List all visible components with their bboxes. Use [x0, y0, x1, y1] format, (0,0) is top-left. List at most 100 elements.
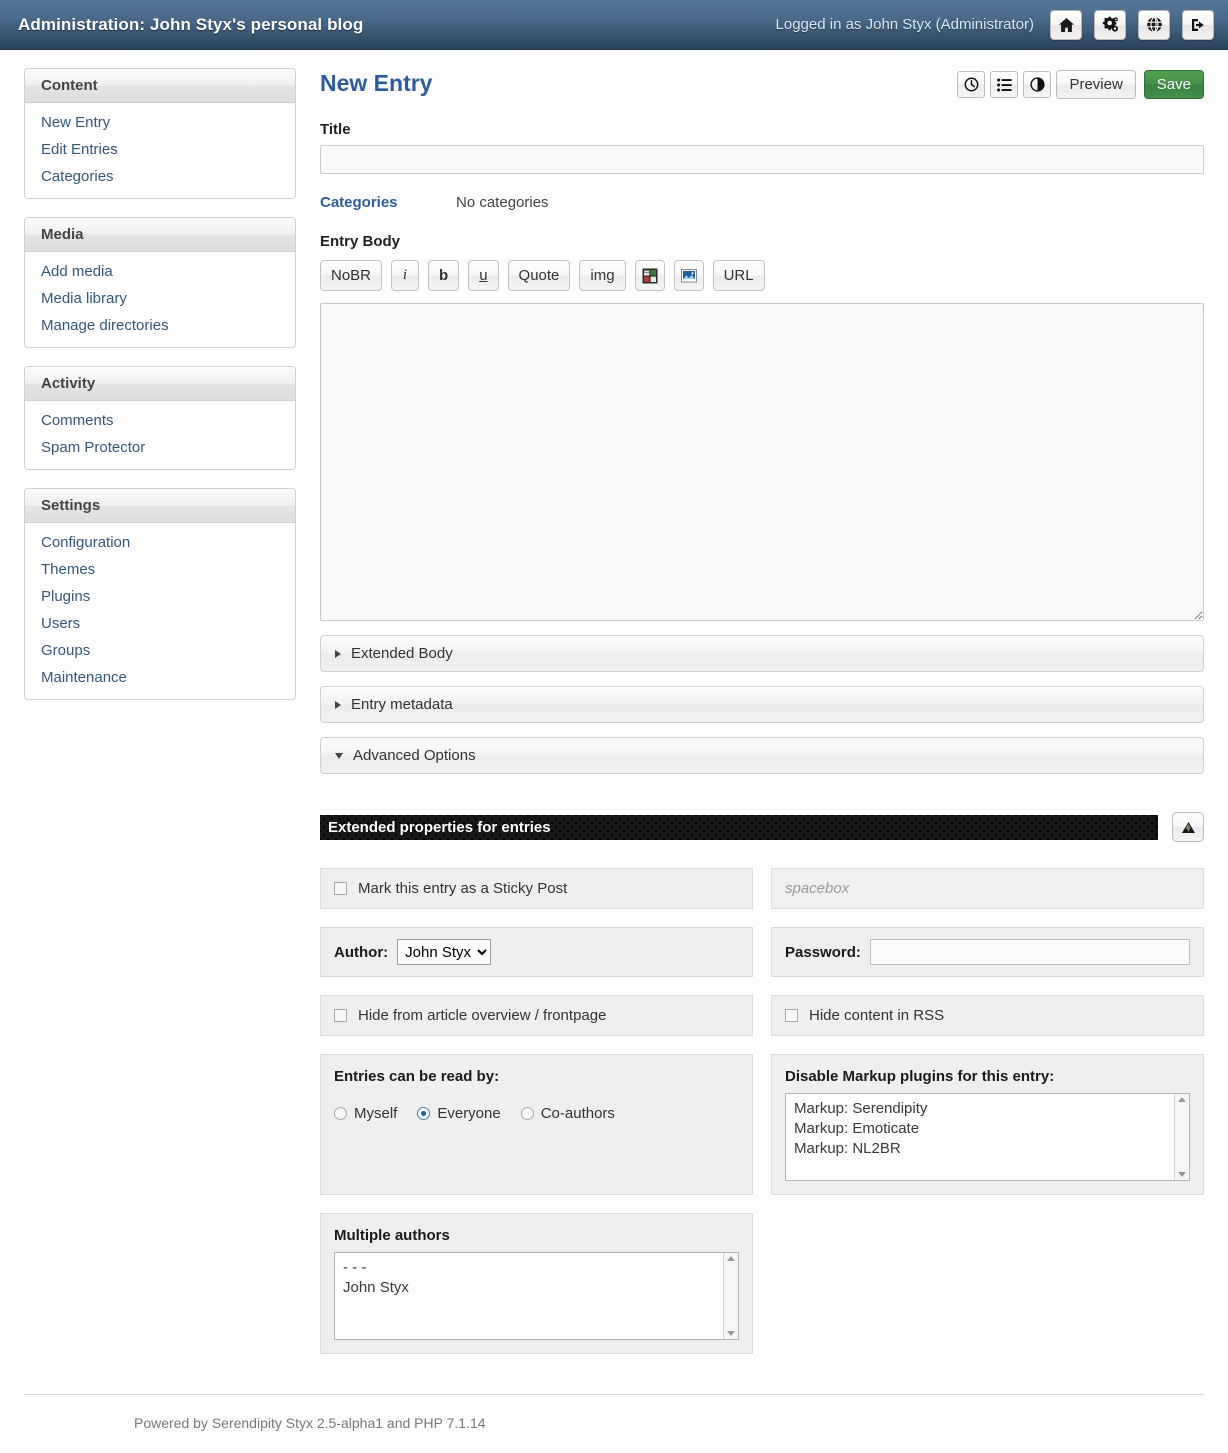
sidebar-item-spam-protector[interactable]: Spam Protector: [25, 434, 295, 461]
password-label: Password:: [785, 943, 861, 961]
save-button[interactable]: Save: [1143, 70, 1204, 99]
sidebar-item-media-library[interactable]: Media library: [25, 285, 295, 312]
sidebar-heading-activity: Activity: [25, 367, 295, 401]
categories-link[interactable]: Categories: [320, 194, 456, 211]
read-by-option-myself[interactable]: Myself: [334, 1105, 397, 1122]
markup-option-serendipity[interactable]: Markup: Serendipity: [794, 1099, 1166, 1119]
logout-icon[interactable]: [1182, 9, 1214, 40]
hide-frontpage-label: Hide from article overview / frontpage: [358, 1007, 607, 1024]
hide-rss-checkbox[interactable]: [785, 1009, 798, 1022]
markup-toolbar: NoBR i b u Quote img URL: [320, 260, 1204, 291]
gears-icon[interactable]: [1094, 9, 1126, 40]
radio-co-authors[interactable]: [520, 1107, 534, 1120]
multiple-authors-title: Multiple authors: [334, 1227, 450, 1244]
chevron-right-icon: [335, 649, 341, 658]
disable-markup-listbox[interactable]: Markup: Serendipity Markup: Emoticate Ma…: [785, 1093, 1190, 1181]
sidebar-item-add-media[interactable]: Add media: [25, 258, 295, 285]
home-icon[interactable]: [1050, 9, 1082, 40]
page-body: Content New Entry Edit Entries Categorie…: [0, 50, 1228, 1354]
multiple-authors-listbox[interactable]: - - - John Styx: [334, 1252, 739, 1340]
radio-everyone[interactable]: [417, 1107, 431, 1120]
clock-icon[interactable]: [957, 71, 986, 98]
read-by-cell: Entries can be read by: Myself Everyone …: [320, 1054, 753, 1195]
sidebar-item-users[interactable]: Users: [25, 610, 295, 637]
sidebar-item-manage-directories[interactable]: Manage directories: [25, 312, 295, 339]
sidebar-heading-content: Content: [25, 69, 295, 103]
panel-entry-metadata[interactable]: Entry metadata: [320, 686, 1204, 723]
sidebar-heading-media: Media: [25, 218, 295, 252]
markup-option-emoticate[interactable]: Markup: Emoticate: [794, 1119, 1166, 1139]
insert-image-icon[interactable]: [673, 260, 704, 291]
extended-properties-title: Extended properties for entries: [320, 815, 1158, 840]
sidebar-item-categories[interactable]: Categories: [25, 163, 295, 190]
author-cell: Author: John Styx: [320, 927, 753, 977]
sidebar-item-maintenance[interactable]: Maintenance: [25, 664, 295, 691]
list-icon[interactable]: [990, 71, 1019, 98]
scroll-down-icon[interactable]: [727, 1331, 735, 1336]
author-option-separator[interactable]: - - -: [343, 1258, 715, 1278]
panel-extended-body[interactable]: Extended Body: [320, 635, 1204, 672]
hide-rss-cell: Hide content in RSS: [771, 995, 1204, 1036]
sidebar-item-groups[interactable]: Groups: [25, 637, 295, 664]
read-by-title: Entries can be read by:: [334, 1068, 500, 1085]
url-button[interactable]: URL: [712, 260, 765, 291]
sticky-post-checkbox[interactable]: [334, 882, 347, 895]
underline-button[interactable]: u: [468, 260, 499, 291]
content-header: New Entry Preview Save: [320, 70, 1204, 99]
sidebar-item-themes[interactable]: Themes: [25, 556, 295, 583]
spacebox-cell[interactable]: spacebox: [771, 868, 1204, 909]
panel-advanced-options-label: Advanced Options: [353, 747, 476, 764]
read-by-options: Myself Everyone Co-authors: [334, 1105, 739, 1122]
disable-markup-title: Disable Markup plugins for this entry:: [785, 1068, 1055, 1085]
radio-myself[interactable]: [334, 1107, 347, 1120]
sidebar-item-new-entry[interactable]: New Entry: [25, 109, 295, 136]
disable-markup-scrollbar[interactable]: [1174, 1094, 1189, 1180]
globe-icon[interactable]: [1138, 9, 1170, 40]
collapse-extended-properties-button[interactable]: [1172, 812, 1204, 842]
multiple-authors-options: - - - John Styx: [335, 1253, 723, 1339]
admin-header-bar: Administration: John Styx's personal blo…: [0, 0, 1228, 50]
scroll-up-icon[interactable]: [1178, 1097, 1186, 1102]
extended-properties-header: Extended properties for entries: [320, 812, 1204, 842]
chevron-down-icon: [335, 752, 343, 759]
scroll-up-icon[interactable]: [727, 1256, 735, 1261]
hide-frontpage-checkbox[interactable]: [334, 1009, 347, 1022]
title-input[interactable]: [320, 145, 1204, 174]
read-by-option-co-authors[interactable]: Co-authors: [520, 1105, 615, 1122]
main-content: New Entry Preview Save Title Categories …: [296, 68, 1204, 1354]
sidebar-item-edit-entries[interactable]: Edit Entries: [25, 136, 295, 163]
sidebar-block-activity: Activity Comments Spam Protector: [24, 366, 296, 470]
sidebar-list-content: New Entry Edit Entries Categories: [25, 103, 295, 198]
italic-button[interactable]: i: [391, 260, 420, 291]
author-select[interactable]: John Styx: [397, 939, 492, 965]
read-by-label-everyone: Everyone: [437, 1105, 501, 1122]
password-input[interactable]: [869, 939, 1190, 965]
sidebar-item-configuration[interactable]: Configuration: [25, 529, 295, 556]
nobr-button[interactable]: NoBR: [320, 260, 383, 291]
page-title: New Entry: [320, 70, 433, 96]
sidebar: Content New Entry Edit Entries Categorie…: [24, 68, 296, 718]
sidebar-item-comments[interactable]: Comments: [25, 407, 295, 434]
bold-button[interactable]: b: [428, 260, 460, 291]
media-gallery-icon[interactable]: [634, 260, 665, 291]
sidebar-block-media: Media Add media Media library Manage dir…: [24, 217, 296, 348]
img-button[interactable]: img: [579, 260, 626, 291]
preview-button[interactable]: Preview: [1056, 70, 1136, 99]
scroll-down-icon[interactable]: [1178, 1172, 1186, 1177]
sidebar-heading-settings: Settings: [25, 489, 295, 523]
chevron-right-icon: [335, 700, 341, 709]
sidebar-item-plugins[interactable]: Plugins: [25, 583, 295, 610]
markup-option-nl2br[interactable]: Markup: NL2BR: [794, 1139, 1166, 1159]
multiple-authors-scrollbar[interactable]: [723, 1253, 738, 1339]
entry-body-textarea[interactable]: [320, 303, 1204, 621]
disable-markup-options: Markup: Serendipity Markup: Emoticate Ma…: [786, 1094, 1174, 1180]
categories-row: Categories No categories: [320, 194, 1204, 211]
hide-rss-label: Hide content in RSS: [809, 1007, 945, 1024]
quote-button[interactable]: Quote: [507, 260, 571, 291]
read-by-option-everyone[interactable]: Everyone: [417, 1105, 501, 1122]
disable-markup-cell: Disable Markup plugins for this entry: M…: [771, 1054, 1204, 1195]
sidebar-block-settings: Settings Configuration Themes Plugins Us…: [24, 488, 296, 700]
author-option-john-styx[interactable]: John Styx: [343, 1278, 715, 1298]
contrast-icon[interactable]: [1023, 71, 1052, 98]
panel-advanced-options[interactable]: Advanced Options: [320, 737, 1204, 774]
